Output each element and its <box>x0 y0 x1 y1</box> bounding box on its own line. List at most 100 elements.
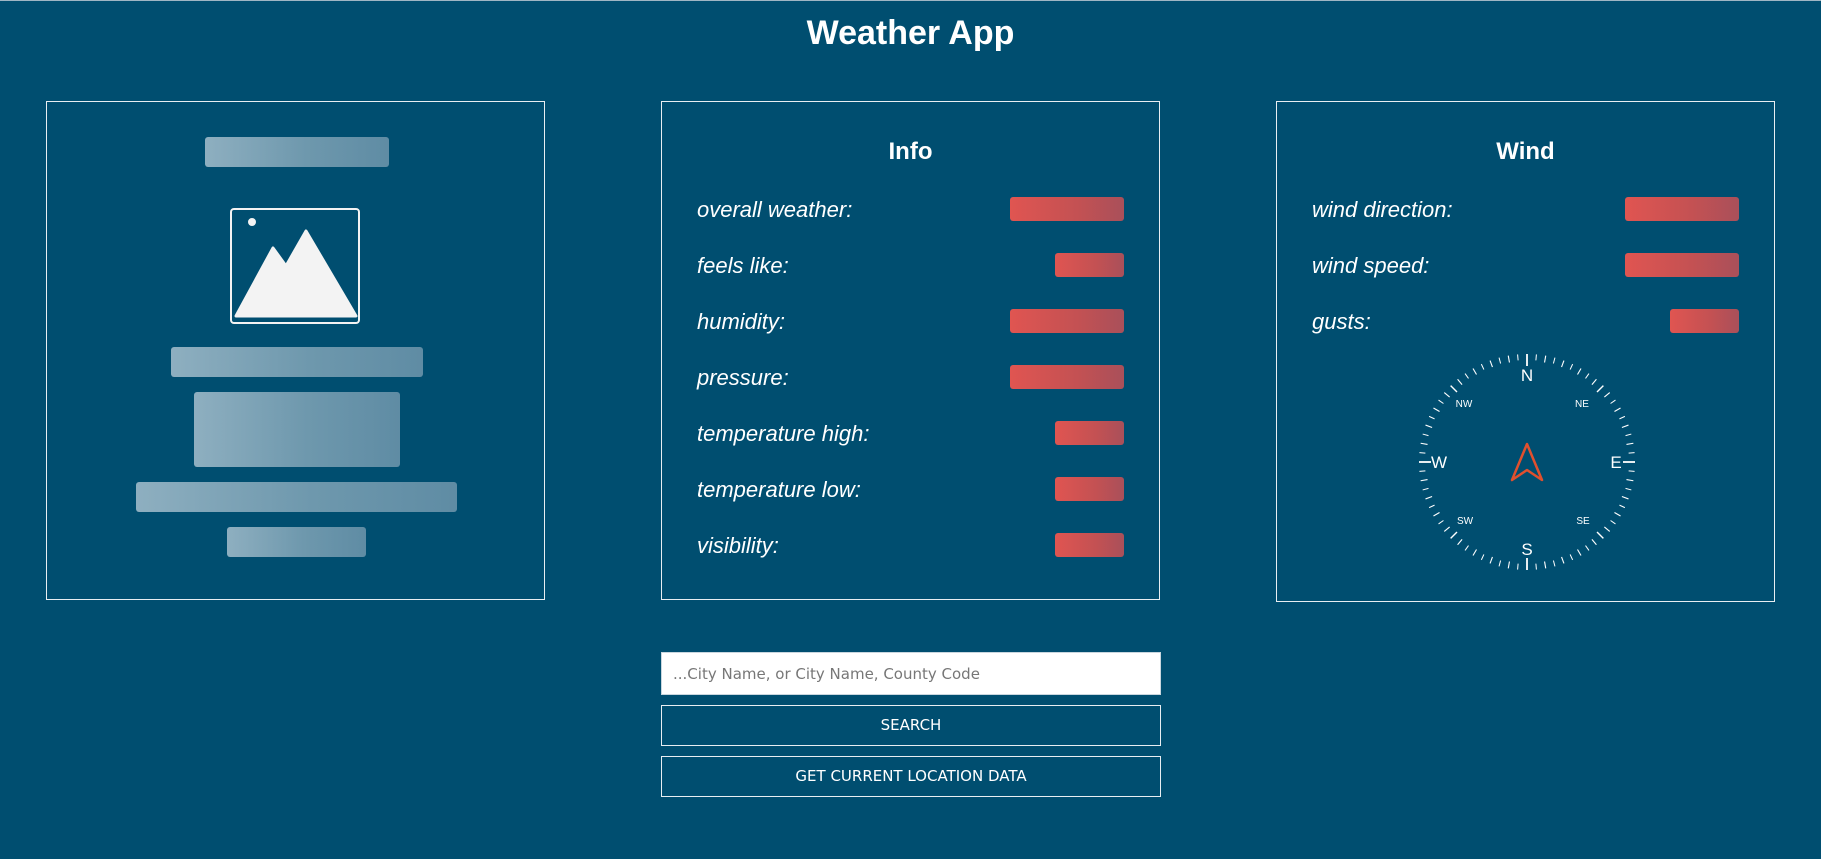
compass-tick <box>1585 545 1590 551</box>
compass-tick <box>1498 560 1502 567</box>
info-value-humidity <box>1010 309 1124 333</box>
compass-tick <box>1604 526 1611 532</box>
city-name-skeleton <box>205 137 389 167</box>
compass-tick <box>1569 554 1574 561</box>
compass-tick <box>1543 561 1547 569</box>
compass-tick <box>1619 504 1626 509</box>
compass-tick <box>1438 520 1444 525</box>
image-placeholder-icon <box>230 208 360 324</box>
compass-tick <box>1543 355 1547 363</box>
compass-tick <box>1450 531 1458 539</box>
info-value-visibility <box>1055 533 1124 557</box>
compass-tick <box>1498 357 1502 364</box>
wind-label-speed: wind speed: <box>1312 253 1430 278</box>
compass-tick <box>1621 496 1629 500</box>
compass-tick <box>1535 354 1537 361</box>
temperature-skeleton <box>194 392 400 467</box>
compass-tick <box>1450 385 1458 393</box>
info-label-visibility: visibility: <box>697 533 779 558</box>
compass-tick <box>1621 424 1629 428</box>
compass-tick <box>1480 554 1485 561</box>
compass-tick <box>1428 504 1435 509</box>
compass-tick <box>1420 478 1428 482</box>
page-title: Weather App <box>806 14 1015 52</box>
info-title: Info <box>888 138 933 165</box>
compass-tick <box>1489 360 1493 368</box>
compass-tick <box>1614 407 1621 412</box>
description-skeleton <box>171 347 423 377</box>
compass-tick <box>1610 520 1616 525</box>
compass-tick <box>1425 496 1433 500</box>
compass-tick <box>1596 531 1604 539</box>
compass-label-sw: SW <box>1457 516 1474 527</box>
compass-tick <box>1507 561 1511 569</box>
compass-tick <box>1480 363 1485 370</box>
compass-tick <box>1507 355 1511 363</box>
compass-tick <box>1561 360 1565 368</box>
location-card <box>46 101 545 600</box>
compass-tick <box>1464 373 1469 379</box>
compass-tick <box>1517 354 1519 361</box>
compass-tick <box>1457 539 1463 546</box>
info-value-temperature-high <box>1055 421 1124 445</box>
compass-tick <box>1619 415 1626 420</box>
compass-tick <box>1628 452 1635 454</box>
get-current-location-button[interactable]: GET CURRENT LOCATION DATA <box>661 756 1161 797</box>
search-button[interactable]: SEARCH <box>661 705 1161 746</box>
compass-tick <box>1626 442 1634 446</box>
compass-tick <box>1626 478 1634 482</box>
info-label-temperature-high: temperature high: <box>697 421 870 446</box>
wind-title: Wind <box>1496 138 1555 165</box>
info-value-pressure <box>1010 365 1124 389</box>
compass-tick <box>1625 487 1632 491</box>
info-label-temperature-low: temperature low: <box>697 477 861 502</box>
compass-tick <box>1604 392 1611 398</box>
compass-tick <box>1585 373 1590 379</box>
compass-label-ne: NE <box>1575 399 1589 410</box>
compass-tick <box>1472 549 1477 556</box>
wind-value-direction <box>1625 197 1739 221</box>
wind-value-speed <box>1625 253 1739 277</box>
compass-tick <box>1425 424 1433 428</box>
compass-tick <box>1489 556 1493 564</box>
compass-tick <box>1419 470 1426 472</box>
compass-tick <box>1591 539 1597 546</box>
top-border <box>0 0 1821 1</box>
compass-tick <box>1472 368 1477 375</box>
compass-tick <box>1517 563 1519 570</box>
info-label-feels-like: feels like: <box>697 253 789 278</box>
compass-tick <box>1420 442 1428 446</box>
compass-tick <box>1422 487 1429 491</box>
compass-arrow-icon <box>1510 442 1544 482</box>
compass-tick <box>1422 433 1429 437</box>
compass-tick <box>1577 368 1582 375</box>
info-value-feels-like <box>1055 253 1124 277</box>
info-card: Info overall weather: feels like: humidi… <box>661 101 1160 600</box>
compass-tick <box>1433 512 1440 517</box>
compass-tick <box>1457 378 1463 385</box>
compass-label-s: S <box>1521 540 1532 559</box>
compass-ticks <box>1419 354 1635 570</box>
compass-tick <box>1610 399 1616 404</box>
compass-dial: N S E W NE NW SE SW <box>1419 354 1635 570</box>
compass-tick <box>1625 433 1632 437</box>
search-input[interactable] <box>661 652 1161 695</box>
compass-label-w: W <box>1431 453 1447 472</box>
compass-tick <box>1552 560 1556 567</box>
compass-tick <box>1438 399 1444 404</box>
wind-label-direction: wind direction: <box>1312 197 1453 222</box>
wind-label-gusts: gusts: <box>1312 309 1371 334</box>
compass-tick <box>1569 363 1574 370</box>
compass-tick <box>1577 549 1582 556</box>
compass-tick <box>1535 563 1537 570</box>
info-label-humidity: humidity: <box>697 309 786 334</box>
compass-tick <box>1561 556 1565 564</box>
compass-label-n: N <box>1521 366 1533 385</box>
wind-value-gusts <box>1670 309 1739 333</box>
compass-tick <box>1443 526 1450 532</box>
compass-tick <box>1614 512 1621 517</box>
info-label-pressure: pressure: <box>697 365 789 390</box>
info-label-overall-weather: overall weather: <box>697 197 853 222</box>
compass-tick <box>1596 385 1604 393</box>
wind-card: Wind wind direction: wind speed: gusts: … <box>1276 101 1775 602</box>
